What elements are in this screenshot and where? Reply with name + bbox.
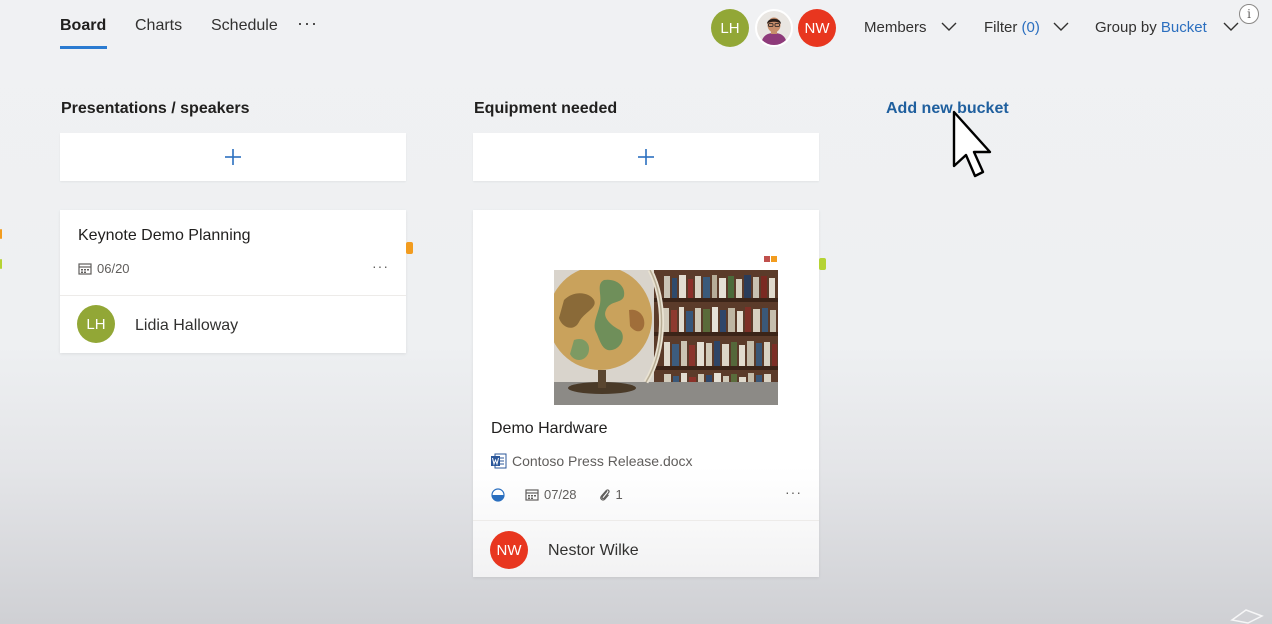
word-document-icon — [491, 453, 507, 469]
bucket-title[interactable]: Equipment needed — [474, 100, 617, 118]
info-icon[interactable]: i — [1239, 4, 1259, 24]
card-divider — [473, 520, 819, 521]
assignee-name: Lidia Halloway — [135, 317, 239, 334]
plus-icon — [225, 149, 241, 165]
members-chevron-down-icon[interactable] — [940, 20, 958, 32]
add-task-button[interactable] — [60, 133, 406, 181]
assignee-avatar[interactable]: NW — [490, 531, 528, 569]
due-date-text: 07/28 — [544, 487, 577, 502]
task-label-marker — [406, 242, 413, 254]
paperclip-icon — [599, 488, 610, 501]
tab-schedule[interactable]: Schedule — [211, 17, 278, 35]
filter-count: (0) — [1021, 19, 1040, 36]
due-date-text: 06/20 — [97, 261, 130, 276]
assignee-initials: LH — [86, 315, 106, 333]
top-navigation: Board Charts Schedule ··· LH NW Members … — [0, 0, 1272, 56]
label-tag-red — [764, 256, 770, 262]
group-by-chevron-down-icon[interactable] — [1222, 20, 1240, 32]
active-tab-indicator — [60, 46, 107, 49]
task-card[interactable]: Keynote Demo Planning 06/20 ··· LH Lidia… — [60, 210, 406, 353]
task-meta-row: 07/28 1 — [491, 487, 623, 502]
task-due-date: 06/20 — [78, 261, 130, 276]
label-tag-orange — [771, 256, 777, 262]
bucket-title[interactable]: Presentations / speakers — [61, 100, 250, 118]
members-dropdown[interactable]: Members — [864, 19, 927, 36]
offscreen-label-marker — [0, 259, 2, 269]
attachment-file-name: Contoso Press Release.docx — [512, 453, 693, 469]
add-task-button[interactable] — [473, 133, 819, 181]
filter-chevron-down-icon[interactable] — [1052, 20, 1070, 32]
task-attachment[interactable]: Contoso Press Release.docx — [491, 453, 693, 469]
assignee-avatar[interactable]: LH — [77, 305, 115, 343]
mouse-pointer-icon — [952, 110, 992, 178]
members-label: Members — [864, 19, 927, 36]
group-by-label: Group by — [1095, 19, 1157, 36]
member-avatar-nw[interactable]: NW — [798, 9, 836, 47]
task-more-options-icon[interactable]: ··· — [785, 484, 802, 500]
task-preview-image[interactable] — [554, 270, 778, 405]
calendar-icon — [78, 263, 92, 275]
assignee-initials: NW — [496, 541, 522, 559]
plus-icon — [638, 149, 654, 165]
progress-half-icon[interactable] — [491, 487, 505, 502]
filter-dropdown[interactable]: Filter (0) — [984, 19, 1040, 36]
card-divider — [60, 295, 406, 296]
member-avatar-lh[interactable]: LH — [711, 9, 749, 47]
offscreen-label-marker — [0, 229, 2, 239]
task-title[interactable]: Keynote Demo Planning — [78, 227, 251, 245]
group-by-dropdown[interactable]: Group by Bucket — [1095, 19, 1207, 36]
more-options-icon[interactable]: ··· — [297, 13, 318, 34]
assignee-name: Nestor Wilke — [548, 542, 639, 559]
member-avatar-initials: NW — [804, 19, 830, 37]
attachment-count: 1 — [615, 487, 623, 502]
task-label-marker — [819, 258, 826, 270]
tab-board[interactable]: Board — [60, 17, 106, 35]
person-photo-icon — [757, 11, 791, 45]
task-card[interactable]: Demo Hardware Contoso Press Release.docx… — [473, 210, 819, 577]
tab-charts[interactable]: Charts — [135, 17, 182, 35]
member-avatar-photo[interactable] — [755, 9, 793, 47]
task-more-options-icon[interactable]: ··· — [372, 258, 389, 274]
group-by-value: Bucket — [1160, 19, 1207, 36]
corner-logo-icon — [1230, 609, 1264, 624]
filter-label: Filter — [984, 19, 1018, 36]
calendar-icon — [525, 489, 539, 501]
member-avatar-initials: LH — [720, 19, 740, 37]
task-title[interactable]: Demo Hardware — [491, 420, 607, 438]
